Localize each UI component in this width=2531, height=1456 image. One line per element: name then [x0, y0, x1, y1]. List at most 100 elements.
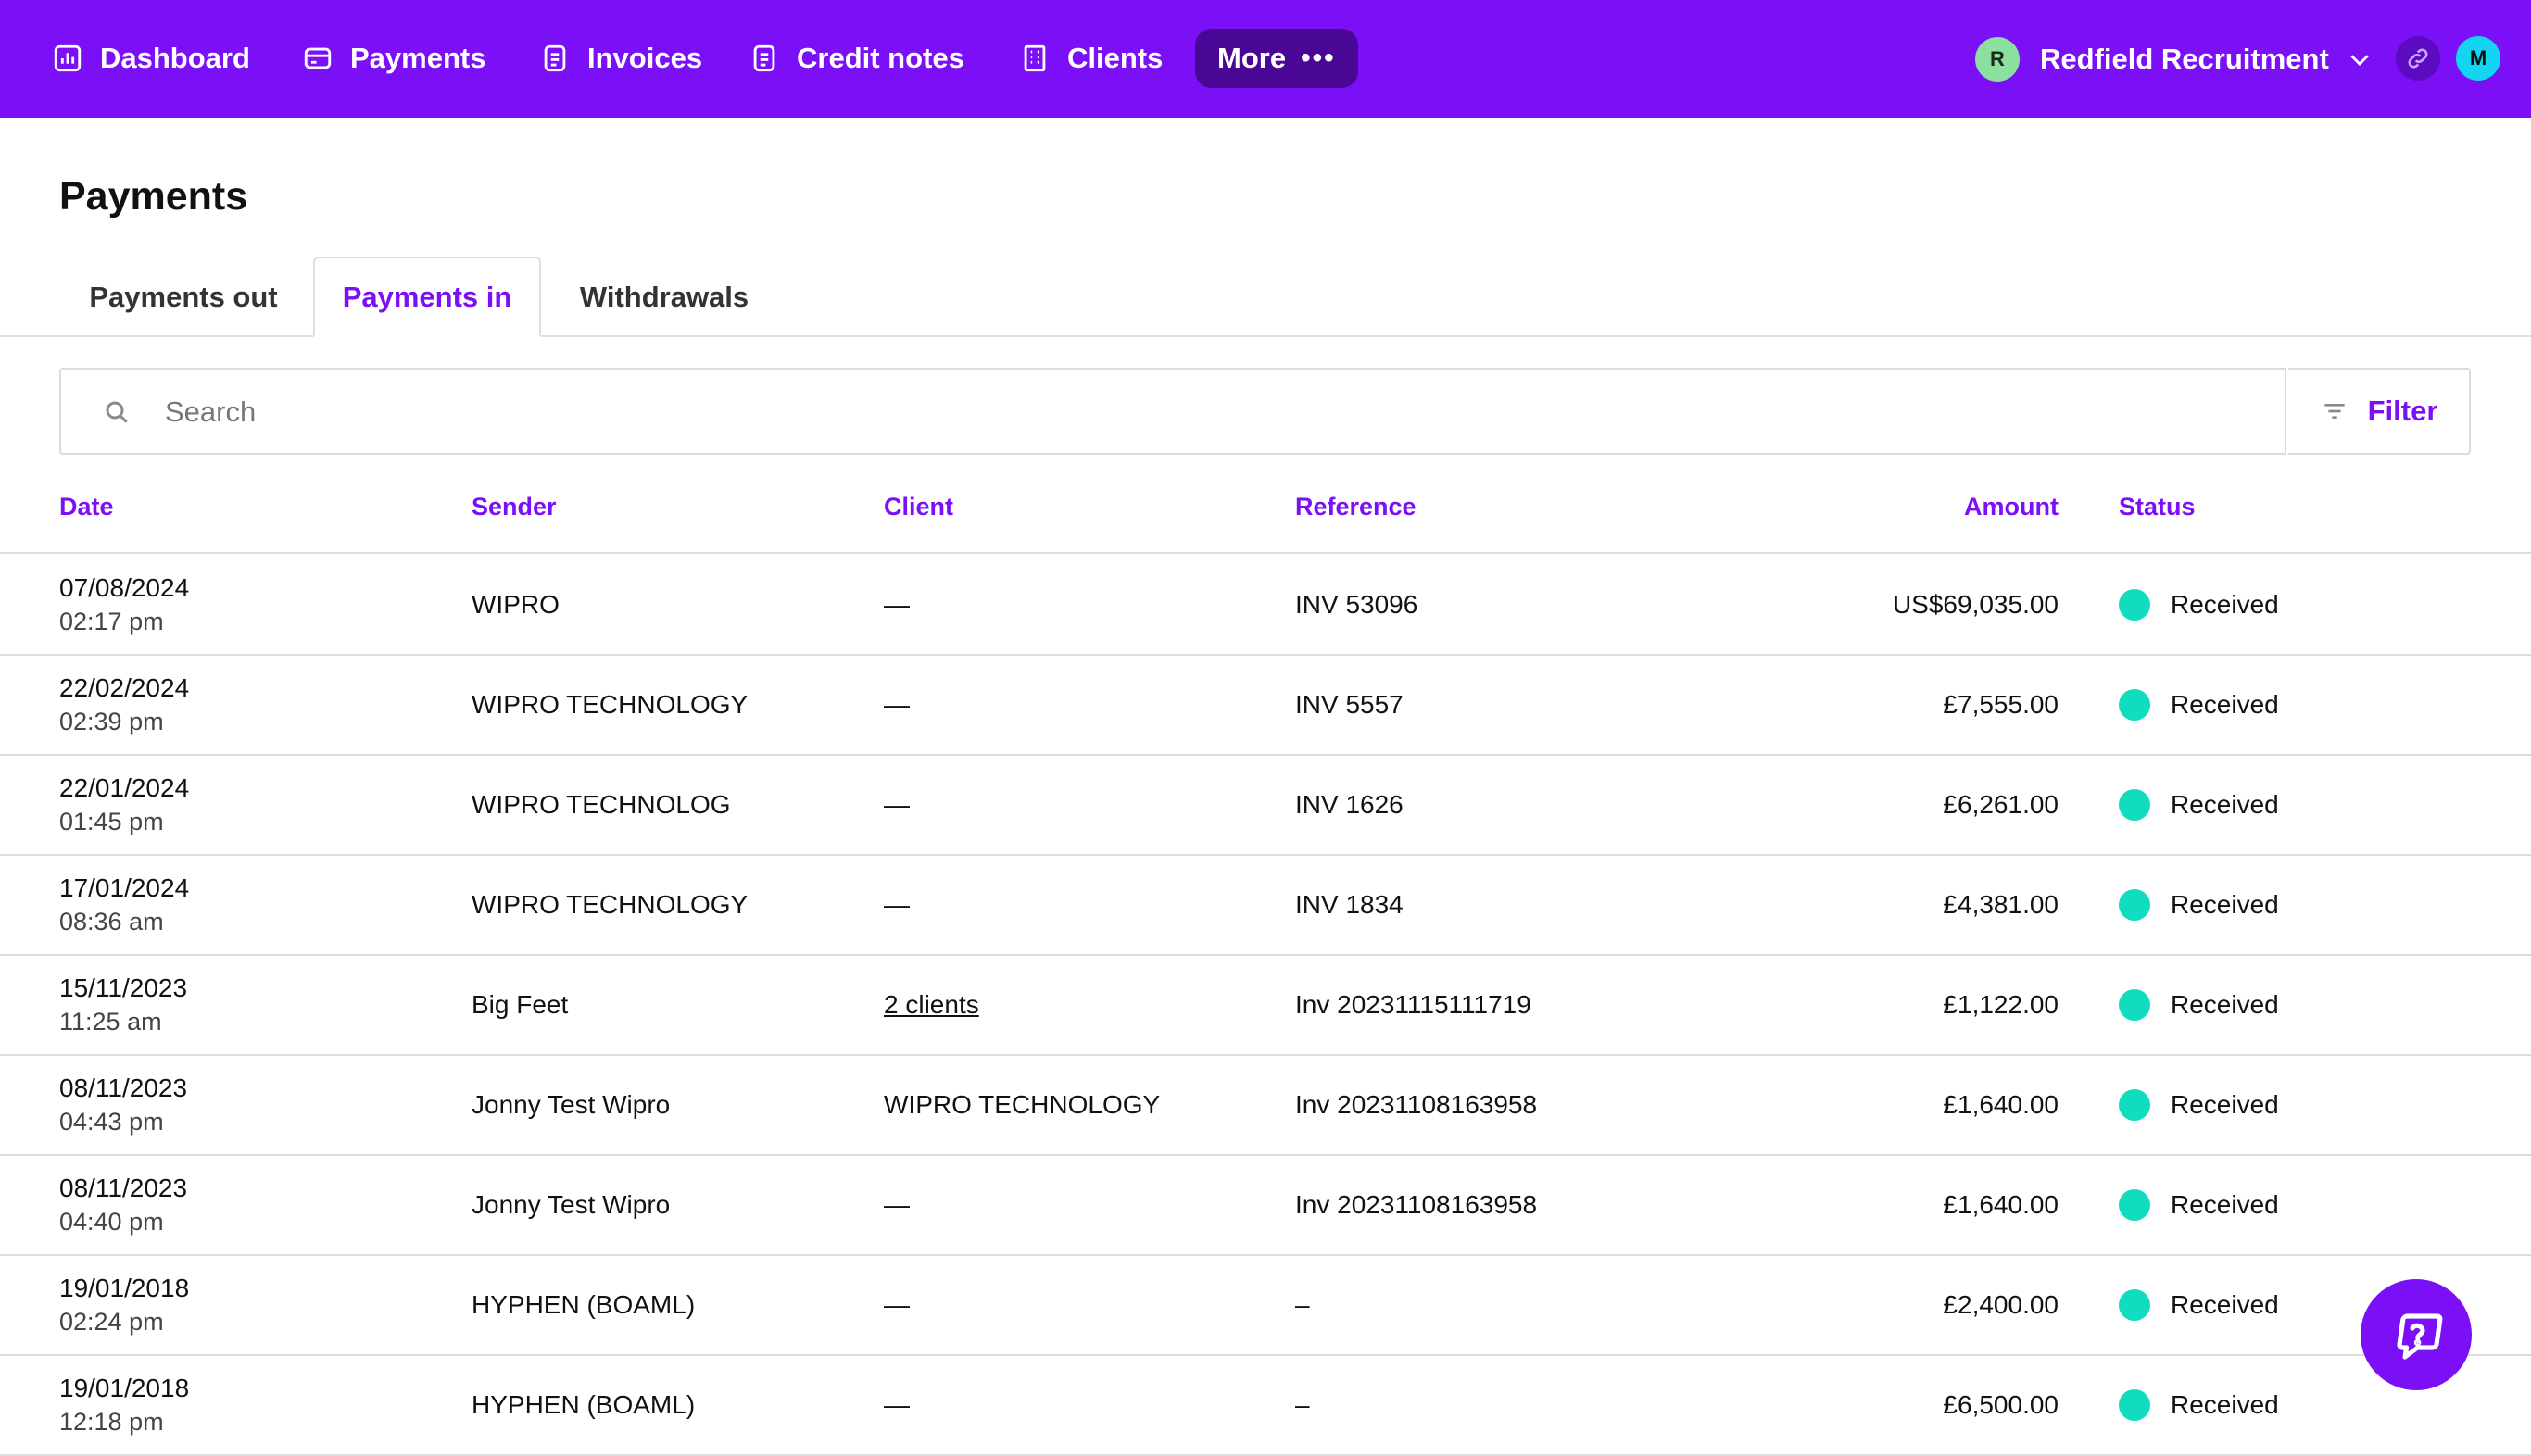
client-cell: — — [884, 1190, 910, 1219]
more-dots-icon: ••• — [1301, 43, 1336, 73]
filter-button[interactable]: Filter — [2288, 368, 2471, 455]
help-chat-button[interactable] — [2361, 1279, 2472, 1390]
clients-link[interactable]: 2 clients — [884, 956, 979, 1054]
column-header-amount[interactable]: Amount — [1853, 493, 2059, 521]
sender-cell: WIPRO TECHNOLOG — [472, 790, 731, 819]
nav-credit-notes-label: Credit notes — [797, 42, 964, 74]
payment-time: 04:43 pm — [59, 1108, 164, 1136]
status-label: Received — [2171, 790, 2279, 819]
tab-payments-out[interactable]: Payments out — [59, 257, 308, 337]
column-header-status[interactable]: Status — [2119, 493, 2196, 521]
status-dot-icon — [2119, 789, 2150, 821]
amount-cell: £4,381.00 — [1943, 890, 2059, 919]
nav-payments[interactable]: Payments — [302, 29, 485, 88]
column-header-reference[interactable]: Reference — [1295, 493, 1417, 521]
client-cell: — — [884, 590, 910, 619]
link-icon — [2408, 48, 2428, 69]
status-cell: Received — [2119, 656, 2279, 754]
payment-date: 22/01/2024 — [59, 773, 190, 802]
reference-cell: – — [1295, 1290, 1310, 1319]
reference-cell: Inv 20231108163958 — [1295, 1090, 1538, 1119]
search-icon — [106, 401, 128, 423]
org-name: Redfield Recruitment — [2040, 43, 2329, 75]
nav-invoices[interactable]: Invoices — [539, 29, 702, 88]
payment-time: 02:24 pm — [59, 1308, 164, 1336]
payment-date: 19/01/2018 — [59, 1274, 190, 1302]
document-icon — [753, 44, 775, 72]
amount-cell: £1,640.00 — [1943, 1190, 2059, 1219]
status-label: Received — [2171, 1390, 2279, 1419]
reference-cell: INV 5557 — [1295, 690, 1404, 719]
tab-withdrawals[interactable]: Withdrawals — [550, 257, 778, 337]
payment-date: 07/08/2024 — [59, 573, 190, 602]
payment-date: 17/01/2024 — [59, 873, 190, 902]
chevron-down-icon — [2350, 55, 2369, 66]
client-cell: — — [884, 1390, 910, 1419]
payment-time: 11:25 am — [59, 1008, 162, 1036]
organisation-switcher[interactable]: R Redfield Recruitment — [1975, 31, 2374, 87]
amount-cell: £6,261.00 — [1943, 790, 2059, 819]
status-cell: Received — [2119, 1356, 2279, 1454]
nav-more-button[interactable]: More ••• — [1195, 29, 1358, 88]
payment-time: 04:40 pm — [59, 1208, 164, 1236]
payment-date: 22/02/2024 — [59, 673, 190, 702]
table-row[interactable]: 22/02/2024 02:39 pm WIPRO TECHNOLOGY — INV 5… — [0, 656, 2531, 756]
status-dot-icon — [2119, 889, 2150, 921]
amount-cell: £2,400.00 — [1943, 1290, 2059, 1319]
sender-cell: HYPHEN (BOAML) — [472, 1290, 696, 1319]
link-button[interactable] — [2396, 36, 2440, 81]
nav-payments-label: Payments — [350, 42, 486, 74]
date-cell: 17/01/2024 08:36 am — [59, 856, 189, 954]
help-chat-icon — [2397, 1313, 2443, 1360]
client-cell: — — [884, 1290, 910, 1319]
reference-cell: Inv 20231108163958 — [1295, 1190, 1538, 1219]
card-icon — [304, 47, 332, 69]
page-title: Payments — [59, 174, 248, 219]
date-cell: 15/11/2023 11:25 am — [59, 956, 187, 1054]
amount-cell: £6,500.00 — [1943, 1390, 2059, 1419]
nav-credit-notes[interactable]: Credit notes — [749, 29, 964, 88]
status-cell: Received — [2119, 856, 2279, 954]
column-header-sender[interactable]: Sender — [472, 493, 557, 521]
status-label: Received — [2171, 890, 2279, 919]
column-header-client[interactable]: Client — [884, 493, 953, 521]
status-label: Received — [2171, 1290, 2279, 1319]
nav-dashboard[interactable]: Dashboard — [52, 29, 250, 88]
table-row[interactable]: 19/01/2018 12:18 pm HYPHEN (BOAML) — – £6,500… — [0, 1356, 2531, 1456]
user-avatar[interactable]: M — [2456, 36, 2500, 81]
status-dot-icon — [2119, 1389, 2150, 1421]
dashboard-icon — [54, 44, 82, 72]
amount-cell: US$69,035.00 — [1892, 590, 2059, 619]
reference-cell: – — [1295, 1390, 1310, 1419]
table-row[interactable]: 08/11/2023 04:43 pm Jonny Test Wipro WIPRO … — [0, 1056, 2531, 1156]
payment-date: 15/11/2023 — [59, 973, 188, 1002]
table-row[interactable]: 22/01/2024 01:45 pm WIPRO TECHNOLOG — INV 16… — [0, 756, 2531, 856]
column-header-date[interactable]: Date — [59, 493, 114, 521]
sender-cell: Jonny Test Wipro — [472, 1190, 671, 1219]
status-dot-icon — [2119, 1289, 2150, 1321]
status-dot-icon — [2119, 1189, 2150, 1221]
client-cell: — — [884, 690, 910, 719]
reference-cell: Inv 20231115111719 — [1295, 990, 1531, 1019]
date-cell: 22/02/2024 02:39 pm — [59, 656, 189, 754]
amount-cell: £1,640.00 — [1943, 1090, 2059, 1119]
search-input[interactable] — [165, 388, 2203, 436]
table-row[interactable]: 07/08/2024 02:17 pm WIPRO — INV 53096 US$69,0… — [0, 556, 2531, 656]
table-row[interactable]: 15/11/2023 11:25 am Big Feet 2 clients Inv 2… — [0, 956, 2531, 1056]
payment-time: 08:36 am — [59, 908, 164, 935]
nav-clients[interactable]: Clients — [1019, 29, 1163, 88]
date-cell: 19/01/2018 12:18 pm — [59, 1356, 189, 1454]
tab-payments-in[interactable]: Payments in — [313, 257, 541, 337]
status-label: Received — [2171, 1190, 2279, 1219]
table-row[interactable]: 08/11/2023 04:40 pm Jonny Test Wipro — Inv 2… — [0, 1156, 2531, 1256]
table-row[interactable]: 19/01/2018 02:24 pm HYPHEN (BOAML) — – £2,400… — [0, 1256, 2531, 1356]
client-cell: — — [884, 790, 910, 819]
payment-date: 08/11/2023 — [59, 1073, 188, 1102]
table-row[interactable]: 17/01/2024 08:36 am WIPRO TECHNOLOGY — INV 1… — [0, 856, 2531, 956]
nav-clients-label: Clients — [1067, 42, 1164, 74]
sender-cell: WIPRO TECHNOLOGY — [472, 690, 749, 719]
payment-date: 08/11/2023 — [59, 1174, 188, 1202]
nav-invoices-label: Invoices — [587, 42, 703, 74]
status-cell: Received — [2119, 956, 2279, 1054]
filter-label: Filter — [2367, 395, 2438, 427]
